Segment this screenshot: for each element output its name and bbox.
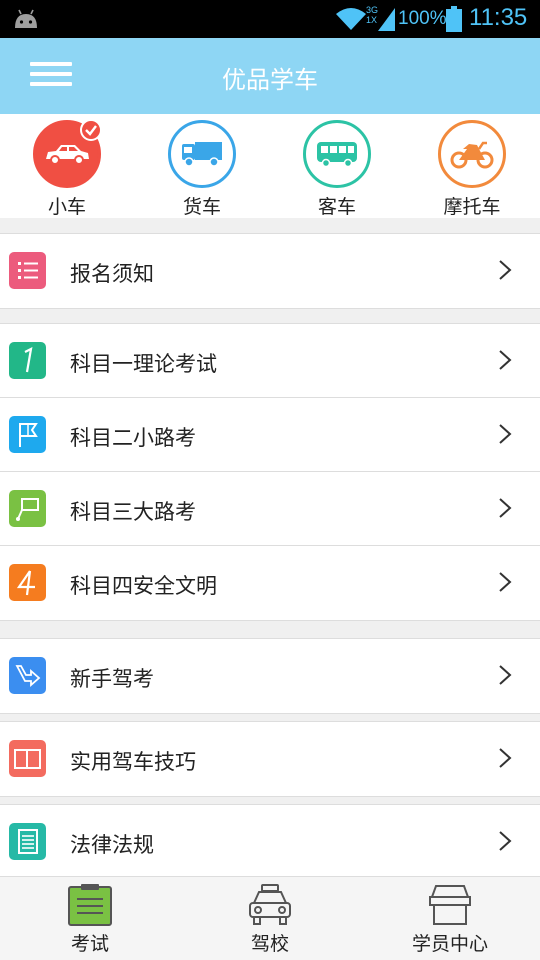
tab-label: 考试 (70, 933, 109, 955)
category-car[interactable]: 小车 (17, 119, 117, 219)
menu-item-label: 实用驾车技巧 (70, 750, 196, 774)
menu-item-subject4[interactable]: 科目四安全文明 (0, 546, 540, 620)
category-truck[interactable]: 货车 (152, 120, 252, 219)
menu-item-laws[interactable]: 法律法规 (0, 805, 540, 879)
menu-item-label: 报名须知 (70, 262, 154, 286)
tab-driving-school[interactable]: 驾校 (190, 877, 350, 960)
menu-item-label: 科目四安全文明 (70, 574, 217, 598)
menu-item-label: 科目三大路考 (70, 500, 196, 524)
menu-group-beginner: 新手驾考 (0, 638, 540, 714)
school-icon (249, 884, 291, 925)
page-title: 优品学车 (222, 66, 318, 94)
category-label: 货车 (182, 196, 221, 218)
chevron-right-icon (499, 424, 512, 444)
tab-label: 学员中心 (411, 933, 488, 955)
menu-item-subject3[interactable]: 科目三大路考 (0, 472, 540, 546)
android-icon (15, 9, 37, 28)
chevron-right-icon (499, 572, 512, 592)
wifi-icon (336, 8, 366, 30)
network-sub-label: 1X (366, 15, 377, 25)
bottom-navigation: 考试 驾校 学员中心 (0, 876, 540, 960)
road-sign-icon (9, 490, 46, 527)
selected-check-icon (80, 119, 102, 141)
menu-item-subject1[interactable]: 科目一理论考试 (0, 324, 540, 398)
tab-student-center[interactable]: 学员中心 (370, 877, 530, 960)
chevron-right-icon (499, 665, 512, 685)
cellular-signal-icon: 3G 1X (366, 5, 395, 31)
category-label: 摩托车 (443, 196, 501, 218)
status-bar: 3G 1X 100% 11:35 (0, 0, 540, 38)
menu-item-label: 新手驾考 (70, 667, 154, 691)
number-four-icon (9, 564, 46, 601)
menu-item-tips[interactable]: 实用驾车技巧 (0, 722, 540, 796)
book-icon (9, 740, 46, 777)
menu-group-subjects: 科目一理论考试 科目二小路考 科目三大路考 科目四安全文明 (0, 323, 540, 621)
chevron-right-icon (499, 498, 512, 518)
flag-icon (9, 416, 46, 453)
menu-item-beginner[interactable]: 新手驾考 (0, 639, 540, 713)
chevron-right-icon (499, 748, 512, 768)
bus-icon (317, 142, 357, 168)
menu-item-label: 科目一理论考试 (70, 352, 217, 376)
truck-icon (182, 142, 222, 167)
exam-icon (68, 884, 112, 926)
chevron-right-icon (499, 350, 512, 370)
menu-item-subject2[interactable]: 科目二小路考 (0, 398, 540, 472)
arrow-turn-icon (9, 657, 46, 694)
car-icon (46, 145, 89, 165)
vehicle-category-bar: 小车 货车 客车 摩托车 (0, 114, 540, 218)
chevron-right-icon (499, 831, 512, 851)
category-label: 客车 (317, 196, 356, 218)
menu-group-laws: 法律法规 (0, 804, 540, 879)
network-type-label: 3G (366, 5, 378, 15)
tab-label: 驾校 (250, 933, 289, 955)
battery-icon (446, 6, 462, 32)
menu-item-registration[interactable]: 报名须知 (0, 234, 540, 308)
category-label: 小车 (47, 196, 86, 218)
tab-exam[interactable]: 考试 (10, 877, 170, 960)
battery-percentage: 100% (398, 8, 447, 29)
motorcycle-icon (450, 141, 494, 169)
student-center-icon (429, 885, 471, 925)
document-icon (9, 823, 46, 860)
number-one-icon (9, 342, 46, 379)
app-header: 优品学车 (0, 38, 540, 114)
list-icon (9, 252, 46, 289)
menu-group-registration: 报名须知 (0, 233, 540, 309)
menu-item-label: 科目二小路考 (70, 426, 196, 450)
clock: 11:35 (469, 4, 528, 31)
menu-item-label: 法律法规 (70, 833, 154, 857)
category-bus[interactable]: 客车 (287, 120, 387, 219)
category-motorcycle[interactable]: 摩托车 (422, 120, 522, 219)
menu-group-tips: 实用驾车技巧 (0, 721, 540, 797)
chevron-right-icon (499, 260, 512, 280)
